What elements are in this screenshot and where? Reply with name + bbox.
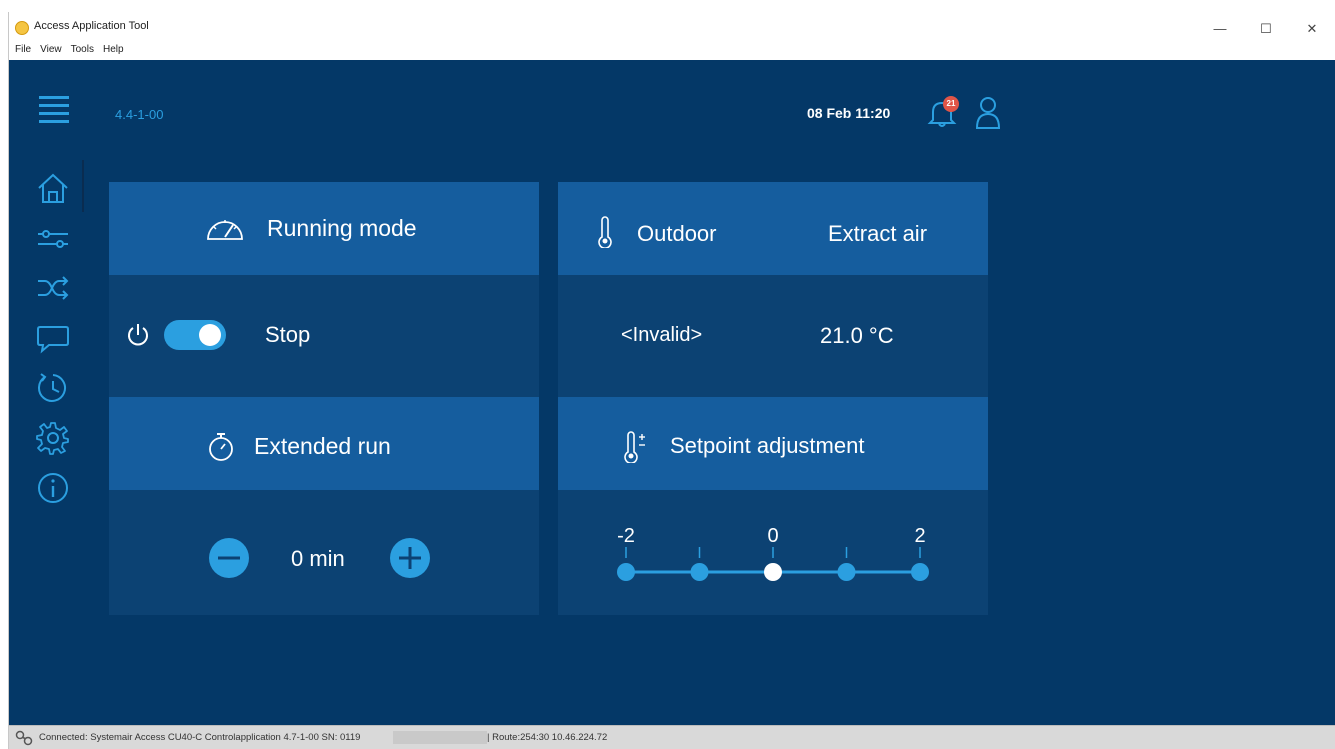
stopwatch-icon [209, 433, 233, 461]
extended-run-header: Extended run [109, 397, 539, 490]
history-icon[interactable] [35, 370, 71, 406]
outdoor-label: Outdoor [637, 221, 717, 246]
notification-badge: 21 [943, 96, 959, 112]
slider-step[interactable] [911, 563, 929, 581]
menu-bar: File View Tools Help [15, 44, 124, 55]
menu-help[interactable]: Help [103, 44, 124, 55]
route-status: | Route:254:30 10.46.224.72 [487, 732, 608, 743]
running-mode-title: Running mode [267, 215, 417, 241]
speedometer-icon [207, 220, 243, 240]
slider-tick-label: -2 [617, 525, 635, 547]
outdoor-value: <Invalid> [621, 324, 703, 346]
app-logo-icon [15, 21, 29, 35]
connection-status: Connected: Systemair Access CU40-C Contr… [39, 732, 361, 743]
temperature-card: Outdoor Extract air <Invalid> 21.0 °C Se… [558, 182, 988, 615]
date-time: 08 Feb 11:20 [807, 105, 891, 121]
shuffle-icon[interactable] [35, 270, 71, 306]
temperature-header: Outdoor Extract air [558, 182, 988, 275]
temperature-values-row: <Invalid> 21.0 °C [558, 275, 988, 397]
menu-view[interactable]: View [40, 44, 62, 55]
redacted-serial [393, 731, 487, 744]
setpoint-slider[interactable]: -2 0 2 [558, 490, 988, 615]
slider-step[interactable] [690, 563, 709, 581]
extended-run-row: 0 min [109, 490, 539, 615]
setpoint-row: -2 0 2 [558, 490, 988, 615]
power-icon [128, 324, 148, 346]
increase-button[interactable] [390, 538, 430, 578]
minimize-button[interactable]: — [1205, 18, 1235, 40]
window-title: Access Application Tool [34, 20, 149, 32]
decrease-button[interactable] [209, 538, 249, 578]
user-icon[interactable] [975, 96, 1001, 130]
extended-run-title: Extended run [254, 433, 391, 459]
running-mode-card: Running mode Stop Extended run 0 min [109, 182, 539, 615]
menu-tools[interactable]: Tools [71, 44, 94, 55]
menu-file[interactable]: File [15, 44, 31, 55]
close-button[interactable]: ✕ [1297, 18, 1327, 40]
running-mode-toggle[interactable] [164, 320, 226, 350]
slider-step[interactable] [617, 563, 635, 581]
setpoint-header: Setpoint adjustment [558, 397, 988, 490]
extract-air-label: Extract air [828, 221, 928, 246]
running-mode-row: Stop [109, 275, 539, 397]
gear-icon[interactable] [35, 420, 71, 456]
toggle-knob [199, 324, 221, 346]
slider-tick-label: 2 [914, 525, 925, 547]
info-icon[interactable] [35, 470, 71, 506]
running-mode-header: Running mode [109, 182, 539, 275]
app-content: 4.4-1-00 08 Feb 11:20 21 Running mode St… [9, 60, 1335, 725]
title-bar: Access Application Tool File View Tools … [9, 12, 1335, 58]
slider-tick-label: 0 [767, 525, 778, 547]
extract-air-value: 21.0 °C [820, 323, 894, 348]
home-icon[interactable] [35, 170, 71, 206]
extended-run-value: 0 min [291, 546, 345, 571]
sidebar-active-indicator [82, 160, 84, 212]
thermometer-plus-minus-icon [624, 431, 645, 463]
connection-icon [15, 730, 33, 746]
version-label: 4.4-1-00 [115, 107, 164, 122]
thermometer-icon [598, 216, 612, 248]
sliders-icon[interactable] [35, 220, 71, 256]
hamburger-menu-icon[interactable] [39, 96, 69, 123]
chat-icon[interactable] [35, 320, 71, 356]
setpoint-title: Setpoint adjustment [670, 433, 865, 458]
maximize-button[interactable]: ☐ [1251, 18, 1281, 40]
status-bar: Connected: Systemair Access CU40-C Contr… [9, 725, 1335, 749]
slider-step[interactable] [837, 563, 856, 581]
running-mode-state: Stop [265, 322, 311, 347]
slider-thumb[interactable] [764, 563, 782, 581]
app-window: Access Application Tool File View Tools … [8, 12, 1335, 749]
